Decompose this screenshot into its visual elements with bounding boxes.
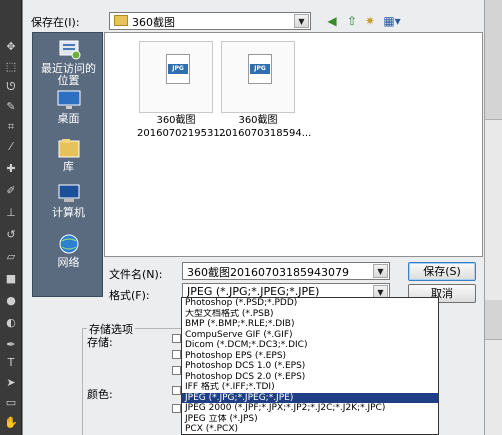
desktop-icon (57, 90, 80, 109)
format-option[interactable]: JPEG 立体 (*.JPS) (182, 414, 438, 425)
blur-tool-icon[interactable]: ● (3, 294, 19, 308)
format-option[interactable]: Photoshop DCS 2.0 (*.EPS) (182, 372, 438, 383)
save-in-value: 360截图 (132, 16, 175, 29)
places-bar: 最近访问的位置 桌面 库 计算机 网络 (32, 32, 103, 297)
move-tool-icon[interactable]: ✥ (3, 40, 19, 54)
place-label: 计算机 (52, 206, 85, 219)
option-checkbox[interactable] (172, 350, 181, 359)
save-in-label: 保存在(I): (31, 16, 80, 29)
back-icon[interactable]: ◀ (323, 12, 341, 30)
save-button[interactable]: 保存(S) (408, 262, 476, 281)
up-folder-icon[interactable]: ⇧ (343, 12, 361, 30)
screen: ✥ ⬚ ᘎ ✎ ⌗ ⁄ ✚ ✐ ⊥ ↺ ▱ ■ ● ◐ ✒ T ➤ ▭ ✋ 保存… (0, 0, 502, 435)
folder-icon (114, 15, 128, 26)
place-computer[interactable]: 计算机 (33, 183, 104, 219)
format-label: 格式(F): (109, 289, 150, 302)
jpg-file-icon: JPG (166, 54, 190, 84)
place-label: 最近访问的位置 (41, 62, 96, 87)
file-thumbnail: JPG (139, 41, 213, 113)
color-label: 颜色: (87, 388, 113, 401)
save-label: 存储: (87, 336, 113, 349)
dodge-tool-icon[interactable]: ◐ (3, 316, 19, 330)
eraser-tool-icon[interactable]: ▱ (3, 250, 19, 264)
file-item[interactable]: JPG 360截图 2016070219531... (137, 41, 230, 139)
option-checkbox[interactable] (172, 334, 181, 343)
filename-label: 文件名(N): (109, 268, 163, 281)
brush-tool-icon[interactable]: ✐ (3, 184, 19, 198)
format-dropdown-list[interactable]: Photoshop (*.PSD;*.PDD) 大型文档格式 (*.PSB) BMP… (181, 297, 439, 435)
computer-icon (58, 184, 79, 202)
place-label: 桌面 (57, 112, 80, 125)
option-checkbox[interactable] (172, 386, 181, 395)
eyedropper-tool-icon[interactable]: ⁄ (3, 140, 19, 154)
lasso-tool-icon[interactable]: ᘎ (3, 80, 19, 94)
jpg-file-icon: JPG (248, 54, 272, 84)
filename-input[interactable]: 360截图20160703185943079 ▼ (182, 262, 390, 280)
place-recent[interactable]: 最近访问的位置 (33, 39, 104, 87)
file-name: 2016070219531... (137, 128, 230, 139)
photoshop-right-panel (484, 0, 502, 435)
stamp-tool-icon[interactable]: ⊥ (3, 206, 19, 220)
healing-tool-icon[interactable]: ✚ (3, 162, 19, 176)
file-name: 360截图 (238, 115, 278, 126)
recent-places-icon (59, 40, 80, 60)
place-libraries[interactable]: 库 (33, 137, 104, 173)
hand-tool-icon[interactable]: ✋ (3, 416, 19, 430)
gradient-tool-icon[interactable]: ■ (3, 272, 19, 286)
chevron-down-icon[interactable]: ▼ (373, 264, 388, 278)
type-tool-icon[interactable]: T (3, 356, 19, 370)
format-option[interactable]: IFF 格式 (*.IFF;*.TDI) (182, 382, 438, 393)
marquee-tool-icon[interactable]: ⬚ (3, 60, 19, 74)
format-option[interactable]: Photoshop EPS (*.EPS) (182, 351, 438, 362)
save-in-combobox[interactable]: 360截图 ▼ (109, 12, 311, 30)
path-select-tool-icon[interactable]: ➤ (3, 376, 19, 390)
shape-tool-icon[interactable]: ▭ (3, 396, 19, 410)
option-checkbox[interactable] (172, 366, 181, 375)
option-checkbox[interactable] (172, 404, 181, 413)
format-option[interactable]: 大型文档格式 (*.PSB) (182, 309, 438, 320)
history-brush-tool-icon[interactable]: ↺ (3, 228, 19, 242)
format-option[interactable]: CompuServe GIF (*.GIF) (182, 330, 438, 341)
crop-tool-icon[interactable]: ⌗ (3, 120, 19, 134)
file-name: 2016070318594... (219, 128, 312, 139)
file-name: 360截图 (156, 115, 196, 126)
format-option[interactable]: BMP (*.BMP;*.RLE;*.DIB) (182, 319, 438, 330)
file-item[interactable]: JPG 360截图 2016070318594... (219, 41, 312, 139)
panel-segment (485, 0, 502, 120)
format-option[interactable]: Photoshop (*.PSD;*.PDD) (182, 298, 438, 309)
file-thumbnail: JPG (221, 41, 295, 113)
format-option[interactable]: Photoshop DCS 1.0 (*.EPS) (182, 361, 438, 372)
place-desktop[interactable]: 桌面 (33, 89, 104, 125)
new-folder-icon[interactable]: ✷ (361, 12, 379, 30)
photoshop-toolbar: ✥ ⬚ ᘎ ✎ ⌗ ⁄ ✚ ✐ ⊥ ↺ ▱ ■ ● ◐ ✒ T ➤ ▭ ✋ (0, 0, 22, 435)
place-label: 网络 (57, 256, 80, 269)
pen-tool-icon[interactable]: ✒ (3, 338, 19, 352)
file-list[interactable]: JPG 360截图 2016070219531... JPG 360截图 201… (104, 32, 483, 257)
network-icon (59, 234, 78, 254)
format-option[interactable]: JPEG (*.JPG;*.JPEG;*.JPE) (182, 392, 438, 403)
quick-select-tool-icon[interactable]: ✎ (3, 100, 19, 114)
format-option[interactable]: JPEG 2000 (*.JPF;*.JPX;*.JP2;*.J2C;*.J2K… (182, 403, 438, 414)
chevron-down-icon[interactable]: ▼ (294, 14, 309, 28)
libraries-icon (58, 139, 79, 158)
format-option[interactable]: Dicom (*.DCM;*.DC3;*.DIC) (182, 340, 438, 351)
filename-value: 360截图20160703185943079 (187, 266, 349, 279)
panel-segment (485, 300, 502, 340)
format-option[interactable]: PCX (*.PCX) (182, 424, 438, 434)
view-menu-icon[interactable]: ▦▾ (379, 12, 405, 30)
place-network[interactable]: 网络 (33, 233, 104, 269)
place-label: 库 (63, 160, 74, 173)
